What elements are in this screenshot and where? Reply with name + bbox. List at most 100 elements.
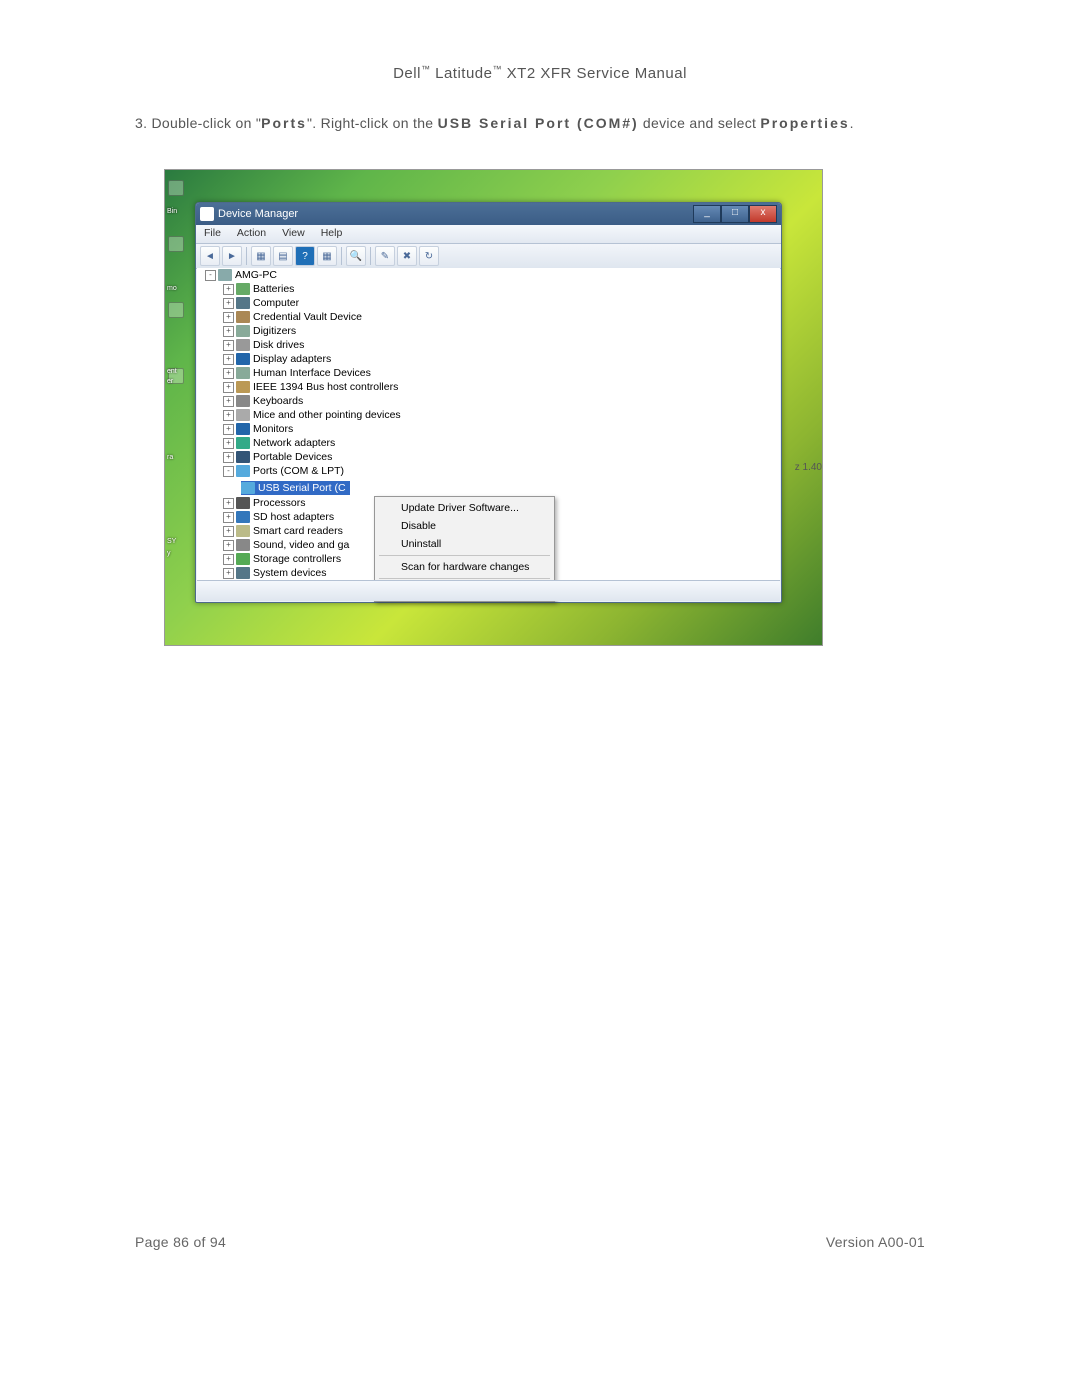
digitizer-icon: [236, 325, 250, 337]
tree-item-ports[interactable]: -Ports (COM & LPT): [197, 464, 780, 478]
expand-icon[interactable]: +: [223, 298, 234, 309]
menu-uninstall[interactable]: Uninstall: [377, 535, 552, 553]
toolbar-icon[interactable]: ▦: [251, 246, 271, 266]
monitor-icon: [236, 423, 250, 435]
battery-icon: [236, 283, 250, 295]
expand-icon[interactable]: +: [223, 540, 234, 551]
storage-icon: [236, 553, 250, 565]
expand-icon[interactable]: +: [223, 340, 234, 351]
expand-icon[interactable]: +: [223, 452, 234, 463]
mouse-icon: [236, 409, 250, 421]
clipped-text: z 1.40: [795, 462, 822, 473]
tree-item-digitizers[interactable]: +Digitizers: [197, 324, 780, 338]
menu-bar: File Action View Help: [196, 225, 781, 244]
maximize-button[interactable]: □: [721, 205, 749, 223]
desktop-label: mo: [167, 285, 177, 292]
processor-icon: [236, 497, 250, 509]
screenshot-container: Bin mo ent er ra SY y Device Manager _ □…: [165, 170, 822, 645]
tm-icon: ™: [421, 64, 431, 74]
smartcard-icon: [236, 525, 250, 537]
tree-item-disk-drives[interactable]: +Disk drives: [197, 338, 780, 352]
tree-item-display-adapters[interactable]: +Display adapters: [197, 352, 780, 366]
desktop-label: er: [167, 378, 173, 385]
scan-icon[interactable]: 🔍: [346, 246, 366, 266]
menu-update-driver[interactable]: Update Driver Software...: [377, 499, 552, 517]
display-icon: [236, 353, 250, 365]
tree-item-batteries[interactable]: +Batteries: [197, 282, 780, 296]
toolbar-icon[interactable]: ▦: [317, 246, 337, 266]
menu-file[interactable]: File: [196, 225, 229, 243]
instruction-step-3: 3. Double-click on "Ports". Right-click …: [135, 114, 925, 134]
back-button[interactable]: ◄: [200, 246, 220, 266]
system-icon: [236, 567, 250, 579]
expand-icon[interactable]: +: [223, 424, 234, 435]
keyboard-icon: [236, 395, 250, 407]
sd-icon: [236, 511, 250, 523]
tree-item-ieee1394[interactable]: +IEEE 1394 Bus host controllers: [197, 380, 780, 394]
menu-view[interactable]: View: [274, 225, 313, 243]
toolbar-icon[interactable]: ✎: [375, 246, 395, 266]
expand-icon[interactable]: +: [223, 382, 234, 393]
tree-item-usb-serial-port[interactable]: USB Serial Port (C: [241, 481, 350, 495]
expand-icon[interactable]: +: [223, 312, 234, 323]
expand-icon[interactable]: +: [223, 284, 234, 295]
toolbar: ◄ ► ▦ ▤ ? ▦ 🔍 ✎ ✖ ↻: [196, 244, 781, 269]
close-button[interactable]: x: [749, 205, 777, 223]
expand-icon[interactable]: +: [223, 354, 234, 365]
expand-icon[interactable]: +: [223, 526, 234, 537]
expand-icon[interactable]: +: [223, 554, 234, 565]
tree-item-credential-vault[interactable]: +Credential Vault Device: [197, 310, 780, 324]
expand-icon[interactable]: +: [223, 568, 234, 579]
device-manager-window: Device Manager _ □ x File Action View He…: [195, 202, 782, 603]
desktop-icon[interactable]: [168, 236, 184, 252]
computer-icon: [218, 269, 232, 281]
desktop-label: ra: [167, 454, 173, 461]
help-icon[interactable]: ?: [295, 246, 315, 266]
expand-icon[interactable]: +: [223, 410, 234, 421]
tree-item-portable[interactable]: +Portable Devices: [197, 450, 780, 464]
toolbar-icon[interactable]: ↻: [419, 246, 439, 266]
forward-button[interactable]: ►: [222, 246, 242, 266]
page-footer: Page 86 of 94 Version A00-01: [135, 1234, 925, 1250]
expand-icon[interactable]: +: [223, 438, 234, 449]
menu-separator: [379, 578, 550, 579]
tree-item-mice[interactable]: +Mice and other pointing devices: [197, 408, 780, 422]
toolbar-icon[interactable]: ✖: [397, 246, 417, 266]
desktop-icon[interactable]: [168, 180, 184, 196]
sound-icon: [236, 539, 250, 551]
minimize-button[interactable]: _: [693, 205, 721, 223]
expand-icon[interactable]: +: [223, 512, 234, 523]
header-model: XT2 XFR Service Manual: [507, 65, 687, 82]
desktop-label: Bin: [167, 208, 177, 215]
collapse-icon[interactable]: -: [205, 270, 216, 281]
status-bar: [197, 580, 780, 601]
expand-icon[interactable]: +: [223, 396, 234, 407]
menu-action[interactable]: Action: [229, 225, 274, 243]
port-icon: [241, 482, 255, 494]
properties-keyword: Properties: [760, 115, 849, 131]
expand-icon[interactable]: +: [223, 368, 234, 379]
tree-root[interactable]: -AMG-PC: [197, 268, 780, 282]
desktop-label: SY: [167, 538, 176, 545]
menu-disable[interactable]: Disable: [377, 517, 552, 535]
expand-icon[interactable]: +: [223, 498, 234, 509]
ports-icon: [236, 465, 250, 477]
expand-icon[interactable]: +: [223, 326, 234, 337]
tree-item-network[interactable]: +Network adapters: [197, 436, 780, 450]
desktop-label: ent: [167, 368, 177, 375]
menu-separator: [379, 555, 550, 556]
tree-item-monitors[interactable]: +Monitors: [197, 422, 780, 436]
toolbar-icon[interactable]: ▤: [273, 246, 293, 266]
hid-icon: [236, 367, 250, 379]
collapse-icon[interactable]: -: [223, 466, 234, 477]
desktop-icons-strip: Bin mo ent er ra SY y: [165, 170, 185, 645]
tree-item-keyboards[interactable]: +Keyboards: [197, 394, 780, 408]
tm-icon: ™: [493, 64, 503, 74]
menu-scan-hardware[interactable]: Scan for hardware changes: [377, 558, 552, 576]
titlebar[interactable]: Device Manager _ □ x: [196, 203, 781, 225]
desktop-icon[interactable]: [168, 302, 184, 318]
window-icon: [200, 207, 214, 221]
tree-item-hid[interactable]: +Human Interface Devices: [197, 366, 780, 380]
menu-help[interactable]: Help: [313, 225, 351, 243]
tree-item-computer[interactable]: +Computer: [197, 296, 780, 310]
